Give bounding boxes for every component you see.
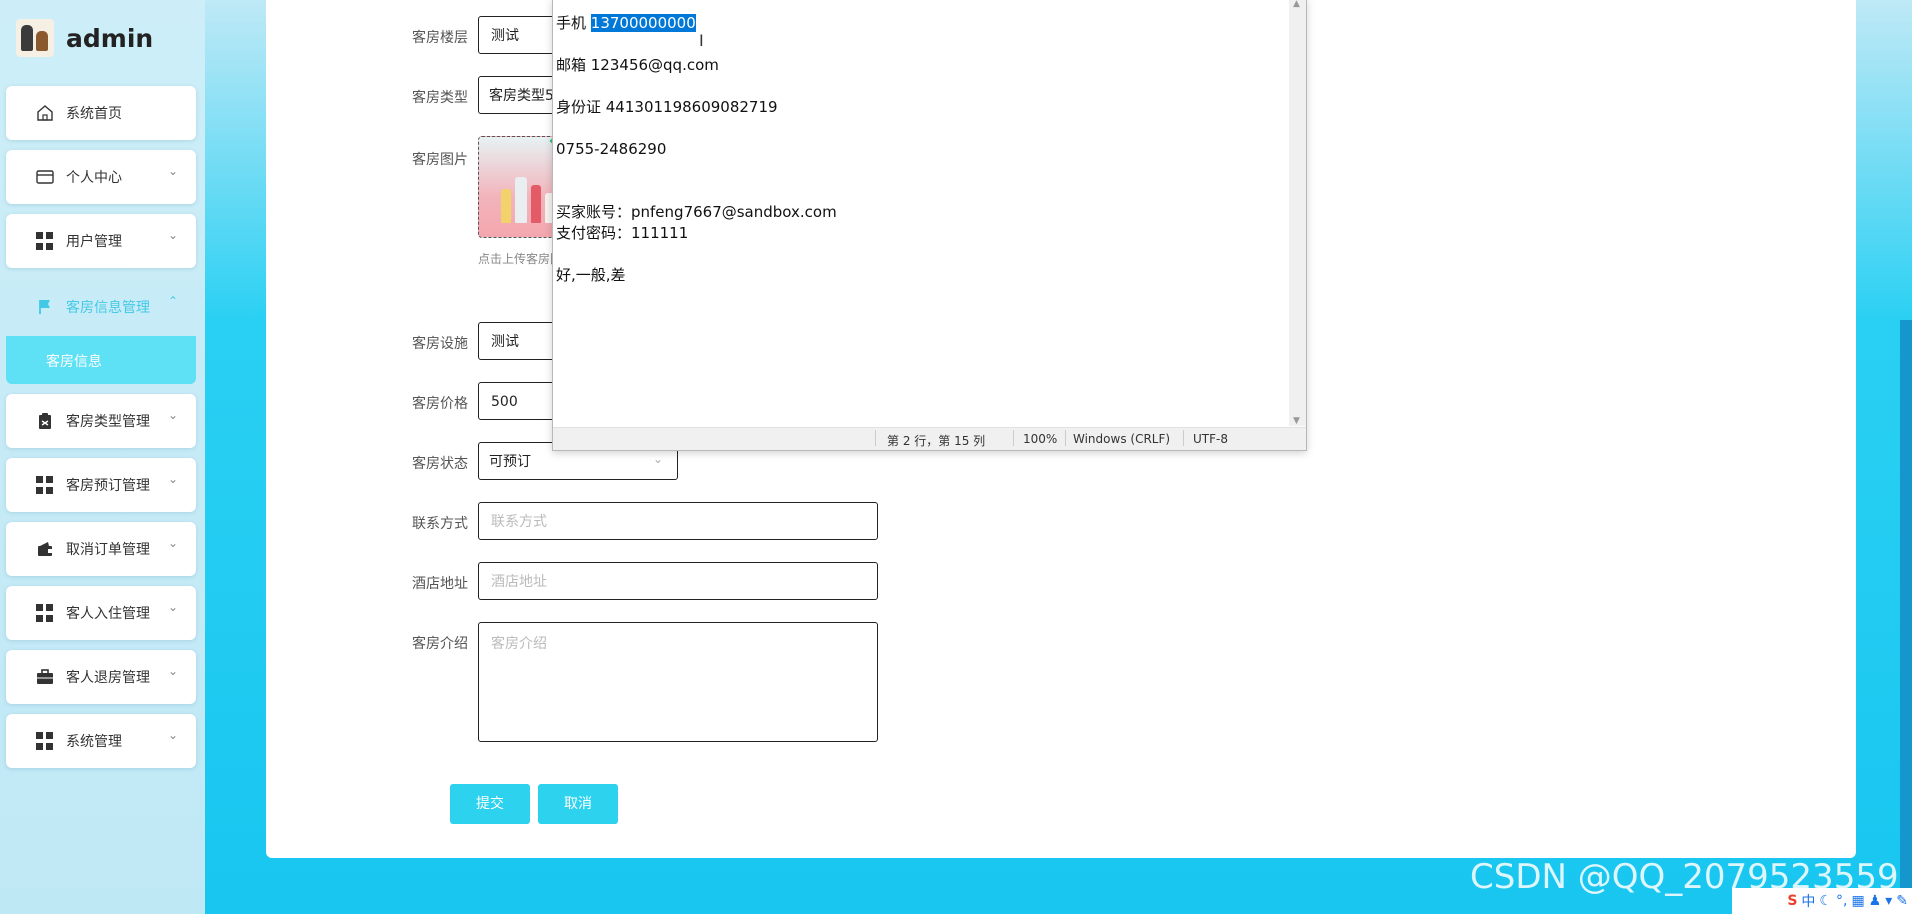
sidebar-item-cancel-order[interactable]: 取消订单管理 ⌄	[6, 522, 196, 576]
notepad-scrollbar[interactable]: ▲ ▼	[1289, 0, 1306, 426]
scroll-down-icon[interactable]: ▼	[1293, 416, 1300, 426]
contact-input[interactable]: 联系方式	[478, 502, 878, 540]
sidebar-item-users[interactable]: 用户管理 ⌄	[6, 214, 196, 268]
sidebar-item-home[interactable]: 系统首页	[6, 86, 196, 140]
home-icon	[37, 105, 53, 121]
sogou-ime-icon[interactable]: S	[1787, 893, 1797, 909]
notepad-line: 手机	[556, 14, 591, 32]
moon-icon[interactable]: ☾	[1819, 893, 1832, 909]
field-label: 酒店地址	[412, 576, 468, 592]
form-row-intro: 客房介绍 客房介绍	[298, 622, 998, 744]
field-label: 联系方式	[412, 516, 468, 532]
chevron-down-icon: ⌄	[167, 408, 178, 422]
sidebar-item-checkout[interactable]: 客人退房管理 ⌄	[6, 650, 196, 704]
zoom-level: 100%	[1023, 432, 1058, 446]
product-image-part	[515, 177, 527, 223]
notepad-line: 邮箱 123456@qq.com	[556, 56, 719, 74]
ime-mode-label[interactable]: 中	[1801, 891, 1815, 911]
sidebar-item-label: 取消订单管理	[66, 542, 150, 558]
keyboard-icon[interactable]: ▦	[1851, 893, 1864, 909]
divider	[875, 430, 876, 446]
notepad-line: 身份证 441301198609082719	[556, 98, 778, 116]
notepad-line: 支付密码：111111	[556, 224, 689, 242]
grid-icon	[36, 732, 54, 750]
sidebar-item-label: 客人入住管理	[66, 606, 150, 622]
field-label: 客房介绍	[412, 636, 468, 652]
chevron-up-icon: ⌃	[167, 294, 178, 308]
clipboard-icon	[39, 413, 51, 429]
page-scrollbar[interactable]	[1900, 320, 1912, 914]
encoding: UTF-8	[1193, 432, 1228, 446]
punctuation-icon[interactable]: °,	[1836, 893, 1847, 909]
chevron-down-icon: ⌄	[167, 164, 178, 178]
brand: admin	[16, 18, 153, 58]
sidebar-item-label: 客房信息管理	[66, 300, 150, 316]
field-label: 客房楼层	[412, 30, 468, 46]
sidebar-item-checkin[interactable]: 客人入住管理 ⌄	[6, 586, 196, 640]
sidebar-item-label: 客人退房管理	[66, 670, 150, 686]
sidebar: admin 系统首页 个人中心 ⌄ 用户管理 ⌄ 客房信息管理 ⌃ 客房信息 客…	[0, 0, 205, 914]
form-row-contact: 联系方式 联系方式	[298, 502, 998, 542]
grid-icon	[36, 604, 54, 622]
cursor-position: 第 2 行，第 15 列	[887, 434, 986, 448]
cancel-button[interactable]: 取消	[538, 784, 618, 824]
briefcase-icon	[37, 669, 53, 684]
divider	[1065, 430, 1066, 446]
grid-icon	[36, 232, 54, 250]
chevron-down-icon: ⌄	[167, 664, 178, 678]
system-tray: S 中 ☾ °, ▦ ♟ ▾ ✎	[1732, 888, 1912, 914]
line-ending: Windows (CRLF)	[1073, 432, 1171, 446]
logo-icon	[16, 19, 54, 57]
notepad-window[interactable]: 手机 13700000000 邮箱 123456@qq.com 身份证 4413…	[552, 0, 1307, 451]
chevron-down-icon: ⌄	[167, 728, 178, 742]
chevron-down-icon: ⌄	[167, 228, 178, 242]
chevron-down-icon: ⌄	[167, 600, 178, 614]
sidebar-item-label: 系统首页	[66, 106, 122, 122]
field-label: 客房设施	[412, 336, 468, 352]
sidebar-item-profile[interactable]: 个人中心 ⌄	[6, 150, 196, 204]
product-image-part	[501, 189, 511, 223]
sidebar-item-system[interactable]: 系统管理 ⌄	[6, 714, 196, 768]
field-label: 客房图片	[412, 152, 468, 168]
chevron-down-icon: ⌄	[167, 536, 178, 550]
notepad-text-area[interactable]: 手机 13700000000 邮箱 123456@qq.com 身份证 4413…	[556, 13, 837, 286]
chevron-down-icon: ⌄	[653, 452, 664, 466]
address-input[interactable]: 酒店地址	[478, 562, 878, 600]
sidebar-item-label: 客房预订管理	[66, 478, 150, 494]
sidebar-item-booking[interactable]: 客房预订管理 ⌄	[6, 458, 196, 512]
sidebar-item-room-type[interactable]: 客房类型管理 ⌄	[6, 394, 196, 448]
sidebar-item-label: 个人中心	[66, 170, 122, 186]
wrench-icon[interactable]: ✎	[1896, 893, 1908, 909]
shirt-icon[interactable]: ▾	[1885, 893, 1892, 909]
notepad-line: 好,一般,差	[556, 266, 626, 284]
card-icon	[36, 170, 54, 184]
user-icon[interactable]: ♟	[1869, 893, 1882, 909]
divider	[1183, 430, 1184, 446]
chevron-down-icon: ⌄	[167, 472, 178, 486]
sidebar-item-label: 用户管理	[66, 234, 122, 250]
product-image-part	[531, 185, 541, 223]
selected-text[interactable]: 13700000000	[590, 14, 696, 32]
sidebar-item-label: 客房类型管理	[66, 414, 150, 430]
flag-icon	[39, 300, 50, 314]
field-label: 客房类型	[412, 90, 468, 106]
field-label: 客房价格	[412, 396, 468, 412]
text-cursor-icon: I	[699, 31, 704, 50]
scroll-up-icon[interactable]: ▲	[1293, 0, 1300, 9]
sidebar-item-label: 系统管理	[66, 734, 122, 750]
notepad-status-bar: 第 2 行，第 15 列 100% Windows (CRLF) UTF-8	[553, 427, 1306, 450]
submit-button[interactable]: 提交	[450, 784, 530, 824]
divider	[1013, 430, 1014, 446]
field-label: 客房状态	[412, 456, 468, 472]
grid-icon	[36, 476, 54, 494]
submenu-item-room-info[interactable]: 客房信息	[6, 336, 196, 384]
notepad-line: 买家账号：pnfeng7667@sandbox.com	[556, 203, 837, 221]
wallet-icon	[38, 542, 52, 556]
sidebar-item-room-info[interactable]: 客房信息管理 ⌃	[6, 280, 196, 334]
notepad-line: 0755-2486290	[556, 140, 667, 158]
submenu-item-label: 客房信息	[46, 354, 102, 370]
brand-title: admin	[66, 23, 154, 53]
intro-textarea[interactable]: 客房介绍	[478, 622, 878, 742]
form-row-address: 酒店地址 酒店地址	[298, 562, 998, 602]
